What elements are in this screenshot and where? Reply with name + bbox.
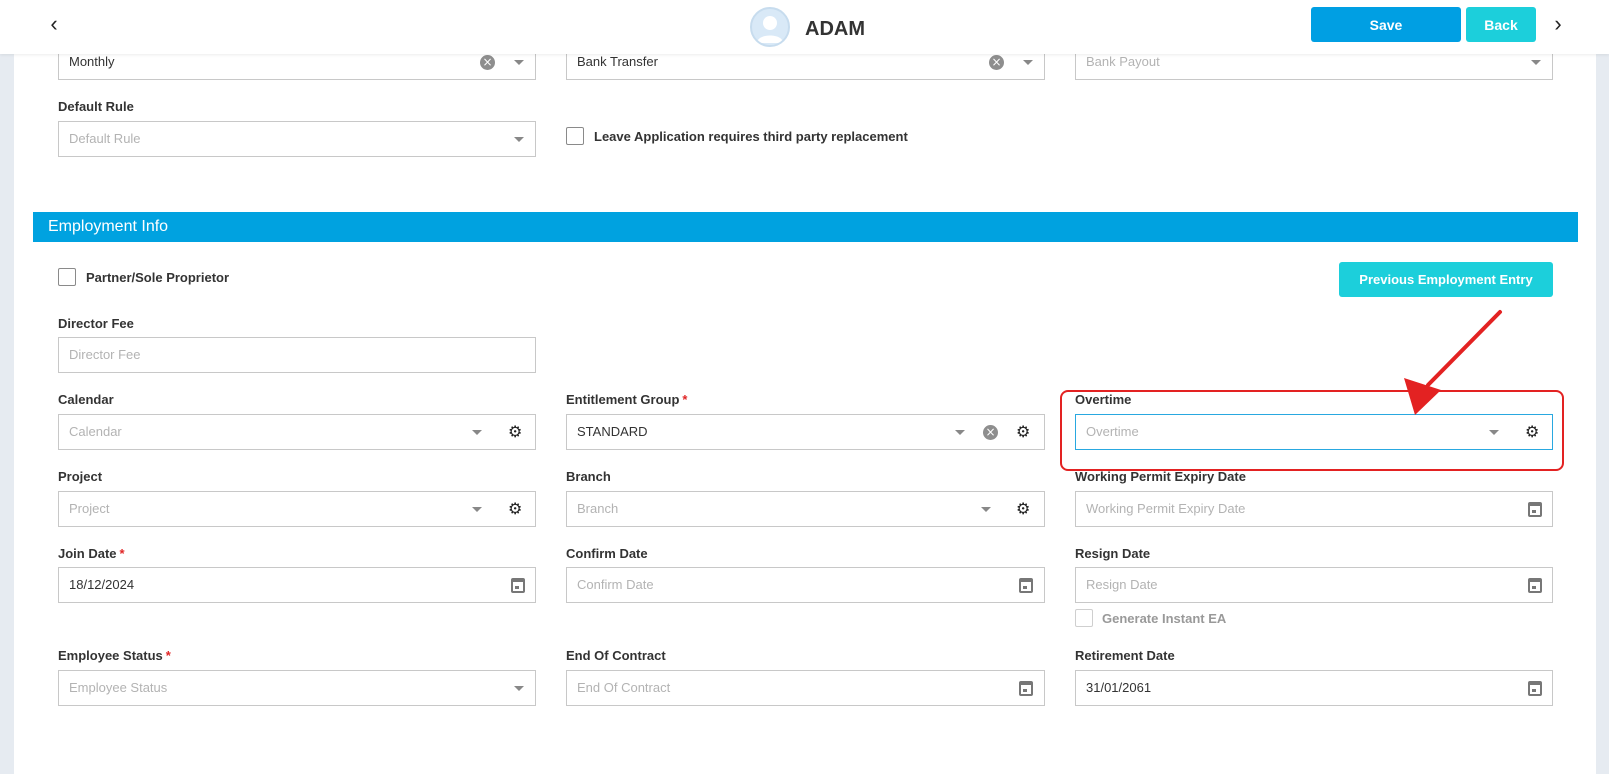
previous-employment-button[interactable]: Previous Employment Entry [1339, 262, 1553, 297]
dropdown-caret-icon[interactable] [981, 507, 991, 512]
clear-icon[interactable]: × [983, 425, 998, 440]
join-date-label: Join Date * [58, 546, 125, 561]
default-rule-select[interactable]: Default Rule [58, 121, 536, 157]
working-permit-input[interactable]: Working Permit Expiry Date [1075, 491, 1553, 527]
dropdown-caret-icon[interactable] [514, 60, 524, 65]
project-label: Project [58, 469, 103, 484]
gear-icon[interactable]: ⚙ [508, 424, 524, 440]
working-permit-placeholder: Working Permit Expiry Date [1086, 501, 1246, 516]
join-date-value: 18/12/2024 [69, 577, 135, 592]
end-of-contract-input[interactable]: End Of Contract [566, 670, 1045, 706]
dropdown-caret-icon[interactable] [472, 507, 482, 512]
working-permit-label: Working Permit Expiry Date [1075, 469, 1246, 484]
required-mark: * [119, 546, 125, 561]
director-fee-label: Director Fee [58, 316, 134, 331]
employee-status-placeholder: Employee Status [69, 680, 168, 695]
dropdown-caret-icon[interactable] [514, 137, 524, 142]
calendar-icon[interactable] [1528, 578, 1542, 593]
avatar [750, 7, 790, 47]
leave-replacement-label: Leave Application requires third party r… [594, 129, 908, 144]
chevron-left-icon[interactable]: ‹ [42, 12, 66, 36]
calendar-icon[interactable] [1019, 578, 1033, 593]
generate-ea-checkbox[interactable] [1075, 609, 1093, 627]
employee-status-select[interactable]: Employee Status [58, 670, 536, 706]
project-select[interactable]: Project ⚙ [58, 491, 536, 527]
employee-status-label: Employee Status * [58, 648, 171, 663]
calendar-icon[interactable] [1528, 502, 1542, 517]
employee-name: ADAM [805, 18, 865, 40]
payment-method-value: Bank Transfer [577, 54, 658, 69]
resign-date-placeholder: Resign Date [1086, 577, 1158, 592]
default-rule-label: Default Rule [58, 99, 134, 114]
dropdown-caret-icon[interactable] [955, 430, 965, 435]
generate-ea-label: Generate Instant EA [1102, 611, 1227, 626]
confirm-date-placeholder: Confirm Date [577, 577, 654, 592]
gear-icon[interactable]: ⚙ [1016, 424, 1032, 440]
dropdown-caret-icon[interactable] [1489, 430, 1499, 435]
director-fee-input[interactable]: Director Fee [58, 337, 536, 373]
join-date-input[interactable]: 18/12/2024 [58, 567, 536, 603]
overtime-label: Overtime [1075, 392, 1132, 407]
save-button[interactable]: Save [1311, 7, 1461, 42]
required-mark: * [165, 648, 171, 663]
branch-select[interactable]: Branch ⚙ [566, 491, 1045, 527]
default-rule-placeholder: Default Rule [69, 131, 141, 146]
pay-frequency-value: Monthly [69, 54, 115, 69]
back-button[interactable]: Back [1466, 7, 1536, 42]
calendar-label: Calendar [58, 392, 114, 407]
employment-info-header: Employment Info [33, 212, 1578, 242]
resign-date-input[interactable]: Resign Date [1075, 567, 1553, 603]
partner-checkbox[interactable] [58, 268, 76, 286]
retirement-date-input[interactable]: 31/01/2061 [1075, 670, 1553, 706]
retirement-date-value: 31/01/2061 [1086, 680, 1152, 695]
chevron-right-icon[interactable]: › [1546, 12, 1570, 36]
confirm-date-label: Confirm Date [566, 546, 648, 561]
page-body [14, 0, 1596, 774]
calendar-select[interactable]: Calendar ⚙ [58, 414, 536, 450]
calendar-placeholder: Calendar [69, 424, 122, 439]
entitlement-group-value: STANDARD [577, 424, 648, 439]
dropdown-caret-icon[interactable] [1531, 60, 1541, 65]
leave-replacement-checkbox[interactable] [566, 127, 584, 145]
resign-date-label: Resign Date [1075, 546, 1151, 561]
dropdown-caret-icon[interactable] [1023, 60, 1033, 65]
partner-label: Partner/Sole Proprietor [86, 270, 230, 285]
branch-placeholder: Branch [577, 501, 619, 516]
entitlement-group-label: Entitlement Group * [566, 392, 687, 407]
director-fee-placeholder: Director Fee [69, 347, 141, 362]
join-date-label-text: Join Date [58, 546, 117, 561]
branch-label: Branch [566, 469, 611, 484]
required-mark: * [682, 392, 688, 407]
end-of-contract-placeholder: End Of Contract [577, 680, 671, 695]
retirement-date-label: Retirement Date [1075, 648, 1175, 663]
bank-payout-placeholder: Bank Payout [1086, 54, 1160, 69]
calendar-icon[interactable] [1528, 681, 1542, 696]
overtime-select[interactable]: Overtime ⚙ [1075, 414, 1553, 450]
entitlement-group-select[interactable]: STANDARD × ⚙ [566, 414, 1045, 450]
clear-icon[interactable]: × [480, 55, 495, 70]
top-bar: ‹ ADAM Save Back › [0, 0, 1609, 54]
entitlement-group-label-text: Entitlement Group [566, 392, 680, 407]
calendar-icon[interactable] [1019, 681, 1033, 696]
employee-status-label-text: Employee Status [58, 648, 163, 663]
project-placeholder: Project [69, 501, 110, 516]
gear-icon[interactable]: ⚙ [508, 501, 524, 517]
end-of-contract-label: End Of Contract [566, 648, 666, 663]
dropdown-caret-icon[interactable] [472, 430, 482, 435]
calendar-icon[interactable] [511, 578, 525, 593]
dropdown-caret-icon[interactable] [514, 686, 524, 691]
confirm-date-input[interactable]: Confirm Date [566, 567, 1045, 603]
clear-icon[interactable]: × [989, 55, 1004, 70]
gear-icon[interactable]: ⚙ [1525, 424, 1541, 440]
overtime-placeholder: Overtime [1086, 424, 1139, 439]
gear-icon[interactable]: ⚙ [1016, 501, 1032, 517]
